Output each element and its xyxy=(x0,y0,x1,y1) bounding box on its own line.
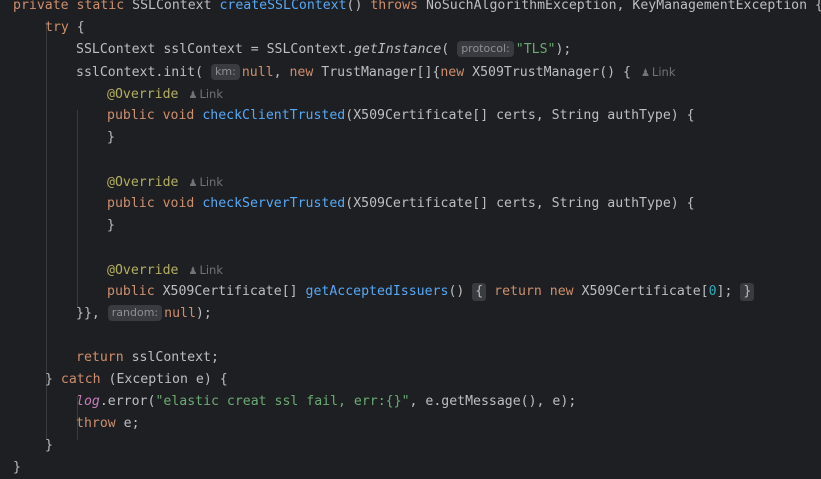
code-line: @Override ♟ Link xyxy=(107,171,223,193)
codelens-link[interactable]: ♟ Link xyxy=(188,263,223,277)
code-line: } catch (Exception e) { xyxy=(45,372,228,387)
code-line: } xyxy=(13,460,21,475)
code-editor[interactable]: private static SSLContext createSSLConte… xyxy=(0,0,821,475)
codelens-label: Link xyxy=(651,65,676,79)
kw-new: new xyxy=(549,284,574,299)
inlay-hint-km: km: xyxy=(211,64,240,80)
method-params: X509Certificate[] certs, String authType xyxy=(353,108,671,123)
codelens-link[interactable]: ♟ Link xyxy=(641,65,676,79)
person-icon: ♟ xyxy=(188,178,198,189)
number-zero: 0 xyxy=(708,284,717,299)
codelens-label: Link xyxy=(199,175,223,189)
folded-block-start[interactable]: { xyxy=(472,283,487,301)
code-line: } xyxy=(107,130,115,145)
code-line: return sslContext; xyxy=(76,350,219,365)
method-params: X509Certificate[] certs, String authType xyxy=(353,196,671,211)
var-ssl-context: sslContext xyxy=(76,65,156,80)
var-ssl-context: sslContext xyxy=(131,350,211,365)
indent-guide xyxy=(77,110,78,308)
annotation-override: @Override xyxy=(107,263,179,278)
kw-null: null xyxy=(164,306,196,321)
code-line: }}, random: null); xyxy=(76,305,212,321)
method-init: init xyxy=(163,65,196,80)
string-error-message: "elastic creat ssl fail, err:{}" xyxy=(155,394,410,409)
kw-static: static xyxy=(76,0,125,13)
annotation-override: @Override xyxy=(107,175,179,190)
codelens-link[interactable]: ♟ Link xyxy=(188,175,223,189)
var-e: e xyxy=(123,416,132,431)
person-icon: ♟ xyxy=(188,266,198,277)
type-trust-manager: TrustManager xyxy=(321,65,417,80)
annotation-override: @Override xyxy=(107,87,179,102)
code-line: throw e; xyxy=(76,416,140,431)
codelens-label: Link xyxy=(199,87,223,101)
type-sslcontext: SSLContext xyxy=(76,42,156,57)
method-get-instance: getInstance xyxy=(353,42,442,57)
call-args: , e.getMessage(), e xyxy=(409,394,561,409)
kw-public: public xyxy=(107,108,155,123)
code-line: } xyxy=(107,218,115,233)
kw-void: void xyxy=(162,108,195,123)
kw-new: new xyxy=(440,65,465,80)
code-line: private static SSLContext createSSLConte… xyxy=(13,0,821,13)
kw-public: public xyxy=(107,284,155,299)
code-line: @Override ♟ Link xyxy=(107,259,223,281)
codelens-link[interactable]: ♟ Link xyxy=(188,87,223,101)
exception-param: Exception e xyxy=(116,372,204,387)
code-line: } xyxy=(45,438,53,453)
type-x509-trust-manager: X509TrustManager xyxy=(472,65,600,80)
field-log: log xyxy=(76,394,100,409)
string-tls: "TLS" xyxy=(515,42,556,57)
method-check-server-trusted: checkServerTrusted xyxy=(202,196,346,211)
kw-null: null xyxy=(241,65,274,80)
type-x509-certificate: X509Certificate xyxy=(162,284,282,299)
kw-public: public xyxy=(107,196,155,211)
folded-block-end[interactable]: } xyxy=(740,283,755,301)
kw-return: return xyxy=(76,350,124,365)
kw-private: private xyxy=(13,0,69,13)
inlay-hint-protocol: protocol: xyxy=(457,41,514,57)
method-error: error xyxy=(107,394,148,409)
method-get-accepted-issuers: getAcceptedIssuers xyxy=(305,284,449,299)
method-create-ssl-context: createSSLContext xyxy=(219,0,347,13)
inlay-hint-random: random: xyxy=(107,305,163,321)
code-line: public void checkClientTrusted(X509Certi… xyxy=(107,108,695,123)
kw-return: return xyxy=(494,284,542,299)
type-sslcontext: SSLContext xyxy=(266,42,346,57)
code-line: public X509Certificate[] getAcceptedIssu… xyxy=(107,281,755,303)
kw-new: new xyxy=(289,65,314,80)
kw-throw: throw xyxy=(76,416,116,431)
code-line: sslContext.init( km: null, new TrustManag… xyxy=(76,64,676,80)
code-line: log.error("elastic creat ssl fail, err:{… xyxy=(76,394,577,409)
code-line: @Override ♟ Link xyxy=(107,83,223,105)
method-check-client-trusted: checkClientTrusted xyxy=(202,108,346,123)
type-sslcontext: SSLContext xyxy=(132,0,212,13)
code-line: public void checkServerTrusted(X509Certi… xyxy=(107,196,695,211)
kw-catch: catch xyxy=(60,372,101,387)
kw-try: try xyxy=(45,20,69,35)
kw-throws: throws xyxy=(370,0,418,13)
code-line: try { xyxy=(45,20,85,35)
exception-list: NoSuchAlgorithmException, KeyManagementE… xyxy=(425,0,808,13)
person-icon: ♟ xyxy=(640,68,650,79)
type-x509-certificate: X509Certificate xyxy=(581,284,701,299)
kw-void: void xyxy=(162,196,195,211)
var-ssl-context: sslContext xyxy=(163,42,243,57)
codelens-label: Link xyxy=(199,263,223,277)
person-icon: ♟ xyxy=(188,90,198,101)
code-line: SSLContext sslContext = SSLContext.getIn… xyxy=(76,41,572,57)
